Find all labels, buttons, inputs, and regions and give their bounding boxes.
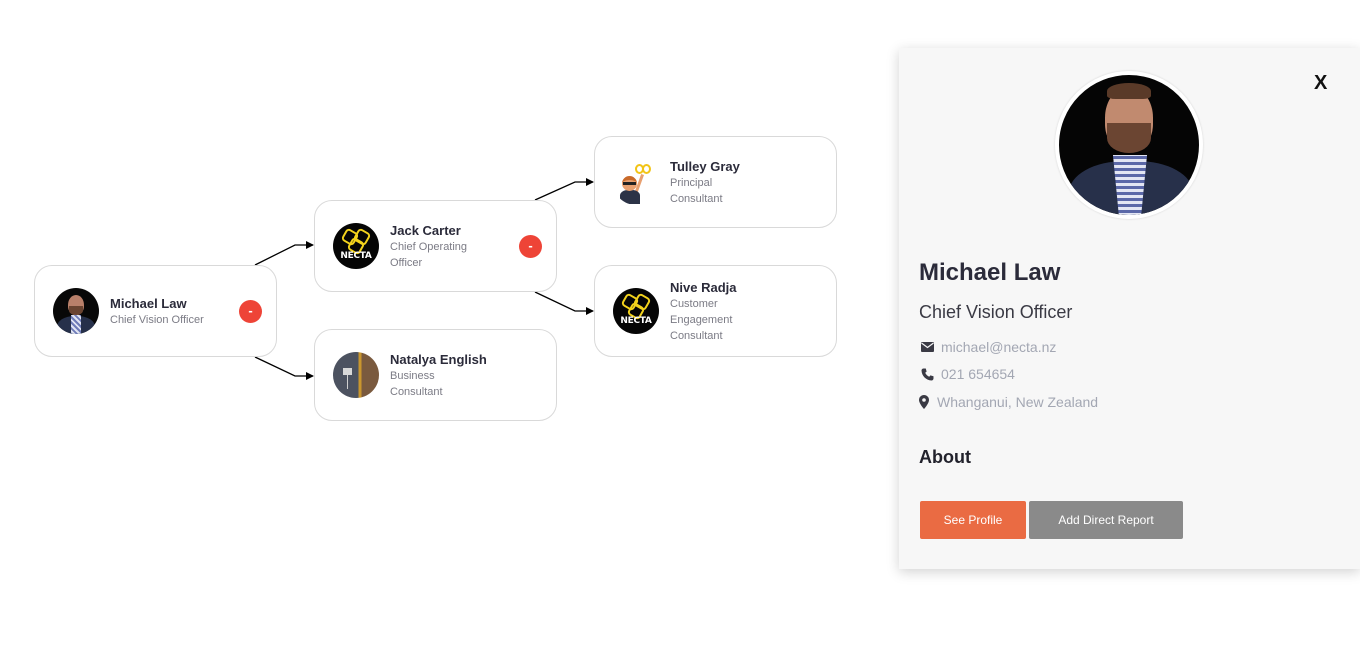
- node-role: Chief Operating: [390, 240, 468, 253]
- avatar: [53, 288, 99, 334]
- see-profile-button[interactable]: See Profile: [920, 501, 1026, 539]
- profile-name: Michael Law: [919, 259, 1061, 286]
- employee-detail-panel: X Michael Law Chief Vision Officer micha…: [899, 48, 1360, 569]
- collapse-button[interactable]: -: [519, 235, 542, 258]
- node-name: Natalya English: [390, 351, 487, 367]
- map-pin-icon: [919, 395, 929, 409]
- necta-logo-avatar: NECTA: [613, 288, 659, 334]
- node-role: Consultant: [670, 329, 723, 342]
- node-role: Consultant: [670, 192, 723, 205]
- connector-jack-to-tulley: [534, 178, 594, 201]
- collapse-button[interactable]: -: [239, 300, 262, 323]
- necta-logo-avatar: NECTA: [333, 223, 379, 269]
- node-name: Michael Law: [110, 295, 187, 311]
- node-role: Chief Vision Officer: [110, 313, 204, 326]
- node-role: Customer: [670, 297, 718, 310]
- connector-michael-to-natalya: [254, 356, 314, 380]
- contact-phone: 021 654654: [919, 366, 1015, 382]
- node-name: Nive Radja: [670, 279, 737, 295]
- avatar: [333, 352, 379, 398]
- about-heading: About: [919, 447, 971, 467]
- add-direct-report-button[interactable]: Add Direct Report: [1029, 501, 1183, 539]
- contact-location: Whanganui, New Zealand: [919, 394, 1098, 410]
- avatar: [613, 159, 659, 205]
- org-node-nive-radja[interactable]: NECTA Nive Radja Customer Engagement Con…: [594, 265, 837, 357]
- node-role: Consultant: [390, 385, 443, 398]
- email-text[interactable]: michael@necta.nz: [941, 339, 1056, 355]
- node-role: Principal: [670, 176, 713, 189]
- org-node-michael-law[interactable]: Michael Law Chief Vision Officer -: [34, 265, 277, 357]
- org-node-tulley-gray[interactable]: Tulley Gray Principal Consultant: [594, 136, 837, 228]
- node-name: Tulley Gray: [670, 158, 740, 174]
- envelope-icon: [919, 342, 935, 352]
- phone-icon: [919, 368, 935, 381]
- profile-photo: [1055, 71, 1203, 219]
- node-role: Officer: [390, 256, 423, 269]
- profile-title: Chief Vision Officer: [919, 302, 1073, 322]
- close-button[interactable]: X: [1314, 72, 1327, 95]
- node-name: Jack Carter: [390, 222, 461, 238]
- connector-jack-to-nive: [534, 291, 594, 315]
- connector-michael-to-jack: [254, 241, 314, 266]
- org-node-jack-carter[interactable]: NECTA Jack Carter Chief Operating Office…: [314, 200, 557, 292]
- phone-text[interactable]: 021 654654: [941, 366, 1015, 382]
- node-role: Engagement: [670, 313, 733, 326]
- contact-email: michael@necta.nz: [919, 339, 1056, 355]
- node-role: Business: [390, 369, 435, 382]
- org-node-natalya-english[interactable]: Natalya English Business Consultant: [314, 329, 557, 421]
- location-text: Whanganui, New Zealand: [937, 394, 1099, 410]
